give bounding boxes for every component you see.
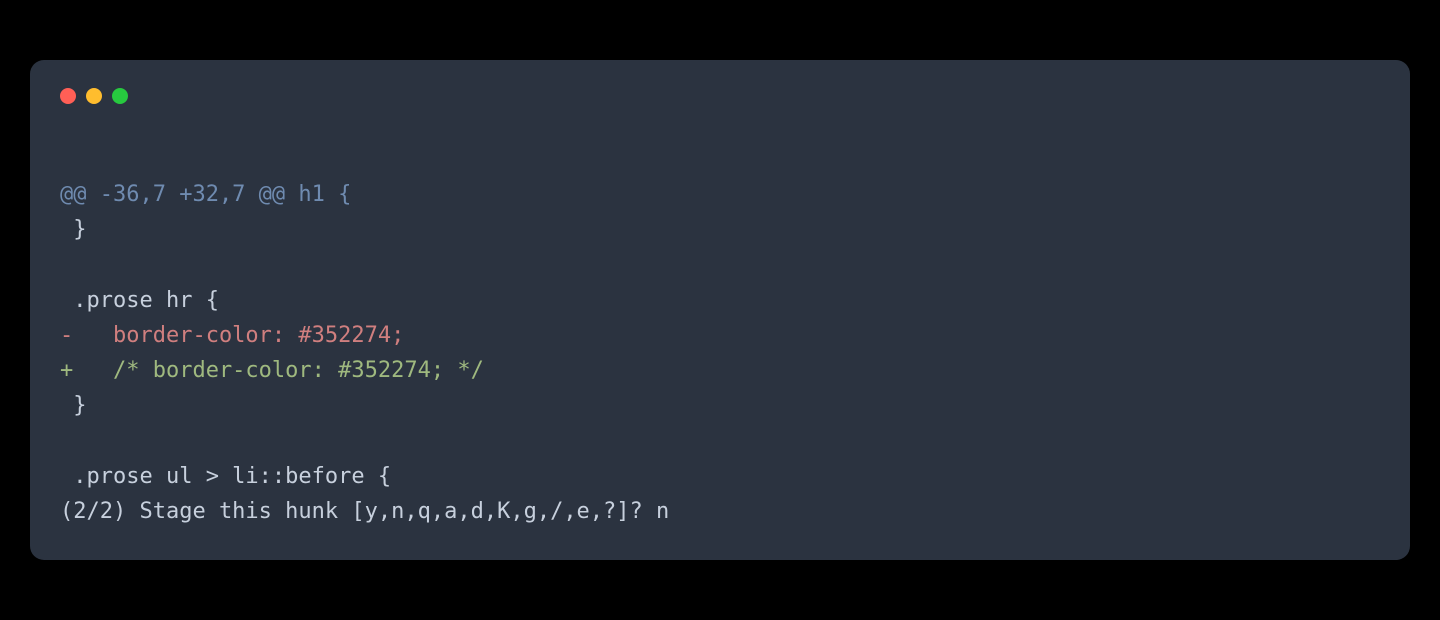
minimize-button[interactable] <box>86 88 102 104</box>
diff-context-line: } <box>60 217 87 242</box>
diff-context-line: .prose ul > li::before { <box>60 464 391 489</box>
terminal-output[interactable]: @@ -36,7 +32,7 @@ h1 { } .prose hr { - b… <box>60 142 1380 529</box>
stage-hunk-prompt: (2/2) Stage this hunk [y,n,q,a,d,K,g,/,e… <box>60 499 669 524</box>
maximize-button[interactable] <box>112 88 128 104</box>
diff-context-line: .prose hr { <box>60 288 219 313</box>
terminal-window: @@ -36,7 +32,7 @@ h1 { } .prose hr { - b… <box>30 60 1410 560</box>
close-button[interactable] <box>60 88 76 104</box>
diff-removed-line: - border-color: #352274; <box>60 323 404 348</box>
window-controls <box>60 88 1380 104</box>
diff-hunk-header: @@ -36,7 +32,7 @@ h1 { <box>60 182 351 207</box>
diff-added-line: + /* border-color: #352274; */ <box>60 358 484 383</box>
diff-context-line: } <box>60 393 87 418</box>
